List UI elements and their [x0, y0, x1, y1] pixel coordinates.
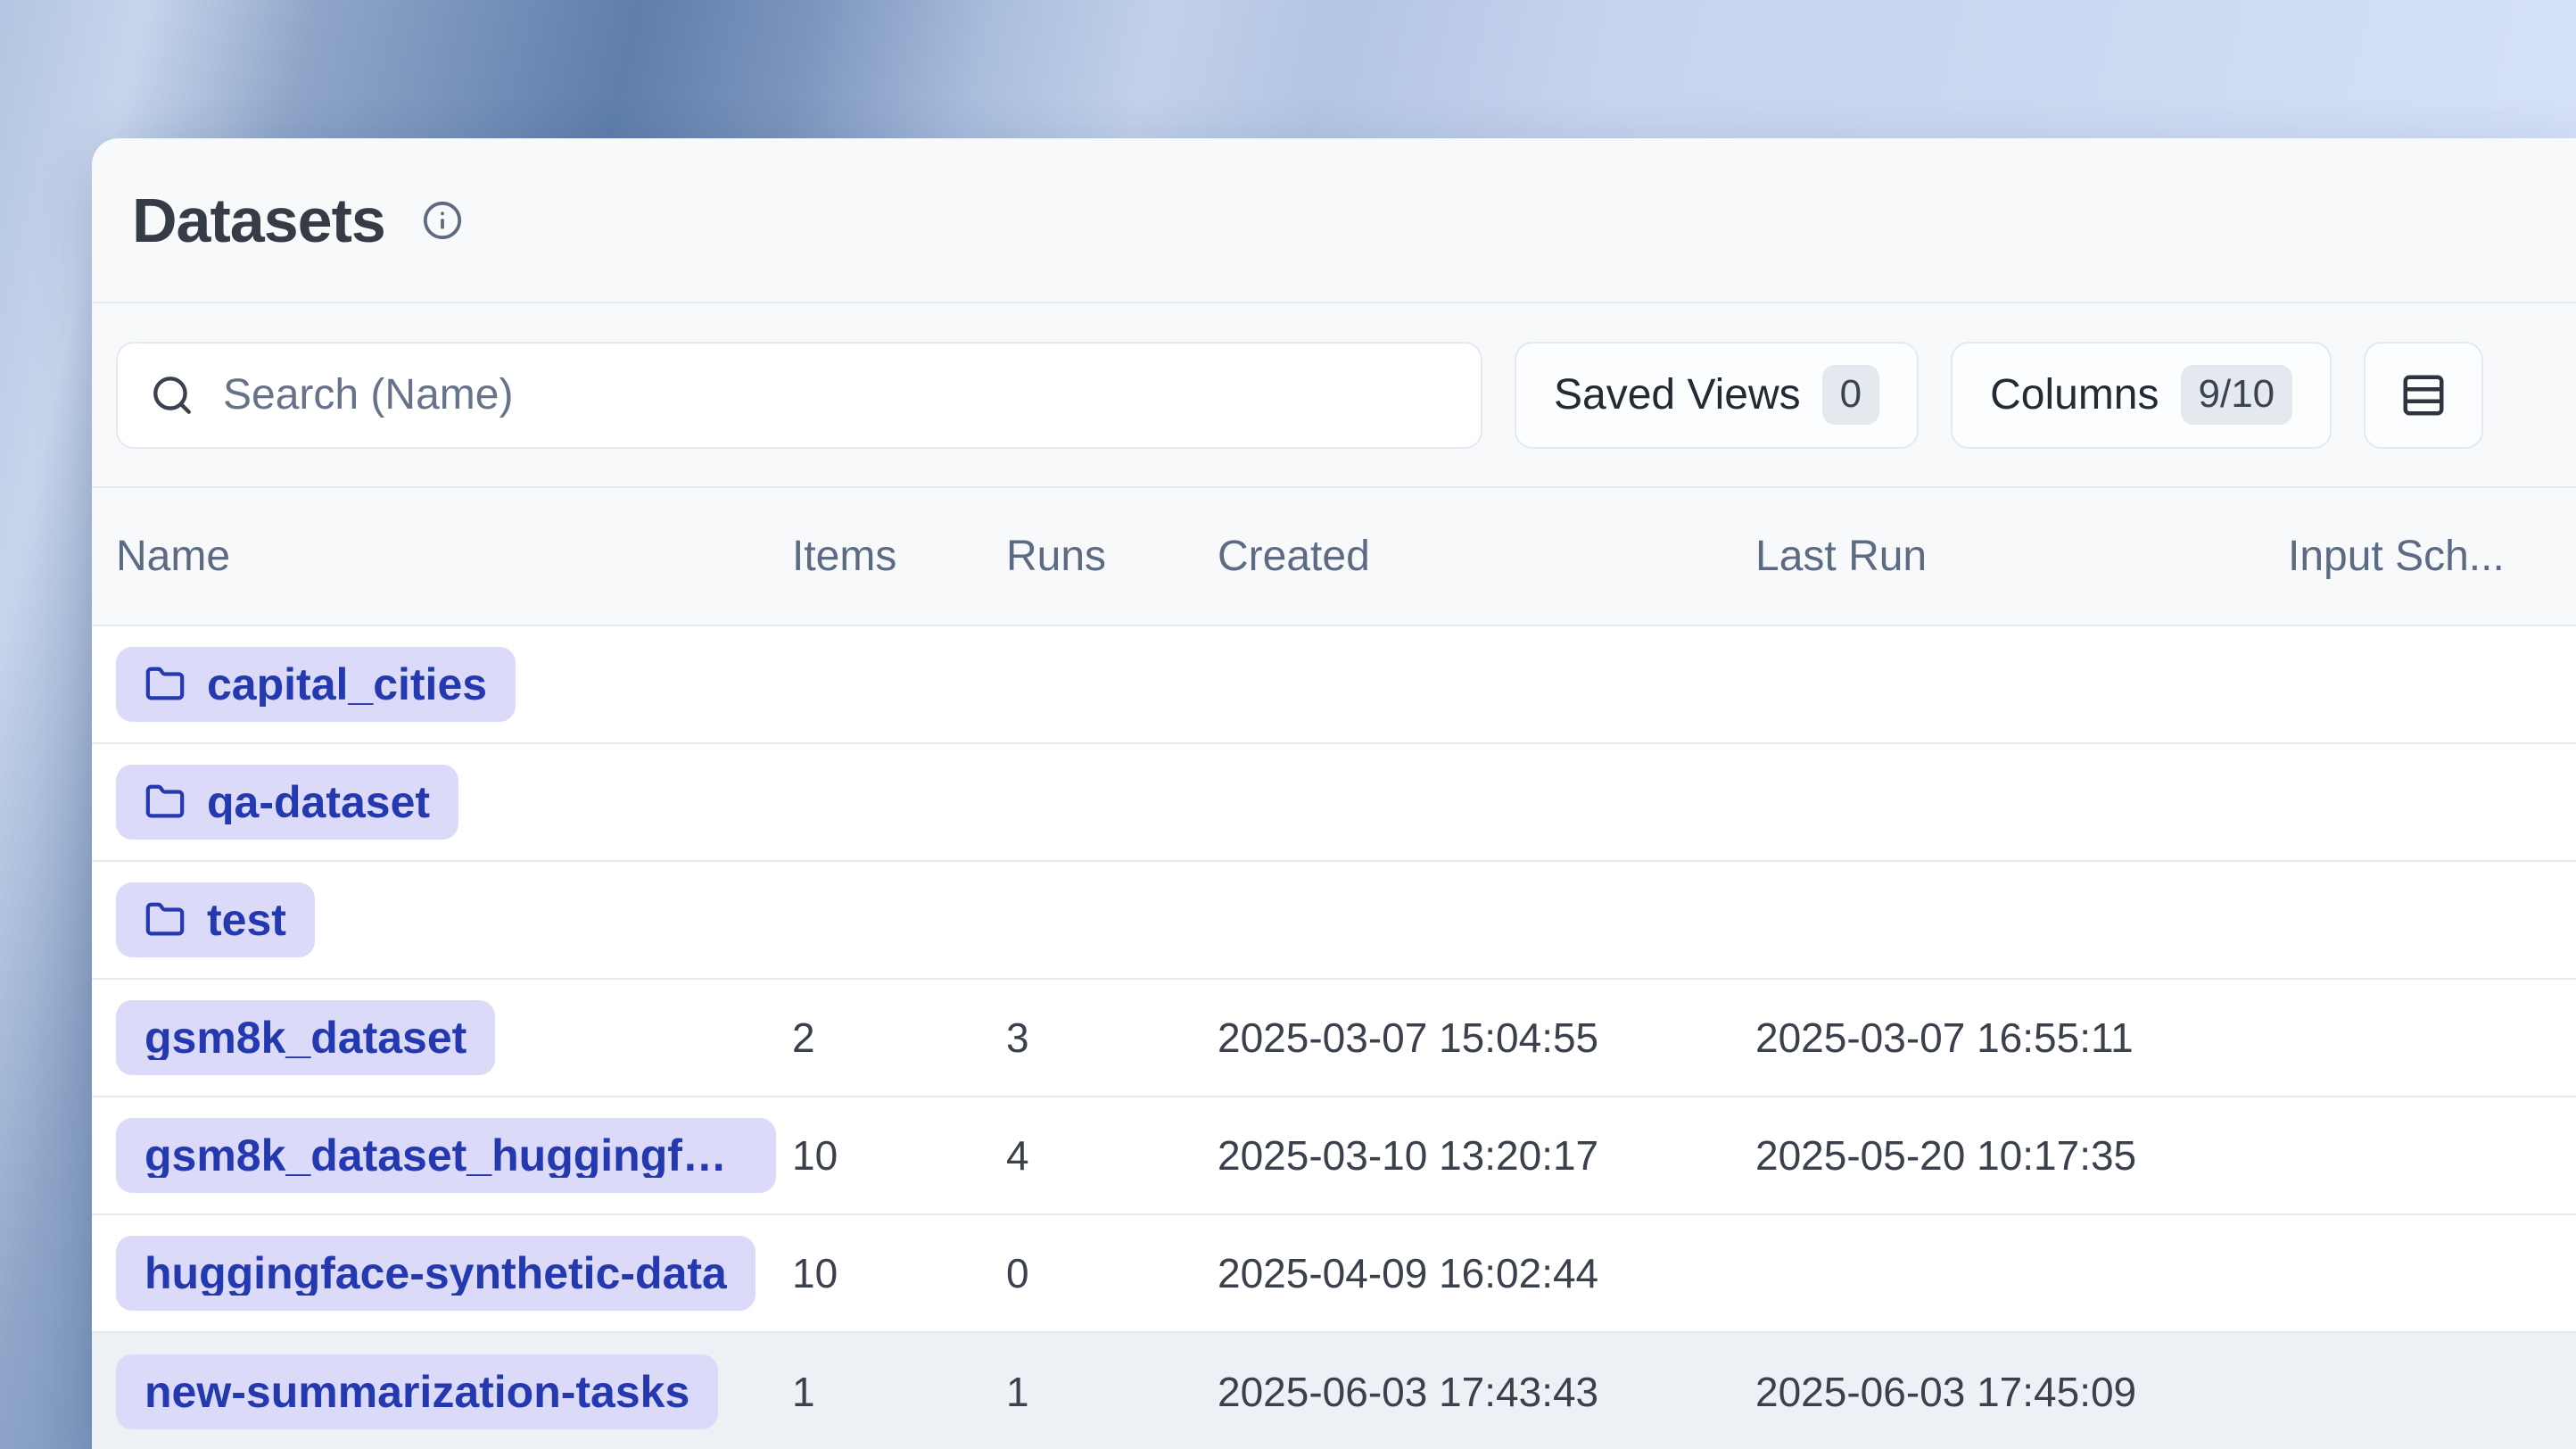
last-run-cell: 2025-05-20 10:17:35: [1755, 1131, 2288, 1180]
dataset-badge[interactable]: gsm8k_dataset_huggingface: [116, 1118, 776, 1193]
runs-cell: 3: [1006, 1014, 1218, 1062]
columns-label: Columns: [1990, 370, 2159, 419]
folder-name: qa-dataset: [207, 780, 430, 824]
runs-cell: 1: [1006, 1368, 1218, 1416]
search-box: [116, 342, 1482, 449]
created-cell: 2025-03-07 15:04:55: [1218, 1014, 1755, 1062]
datasets-panel: Datasets Saved Views 0 Columns: [92, 138, 2576, 1449]
folder-name: test: [207, 898, 286, 942]
search-input[interactable]: [221, 369, 1449, 420]
column-header-created: Created: [1218, 532, 1755, 581]
folder-icon: [144, 664, 186, 705]
saved-views-label: Saved Views: [1554, 370, 1801, 419]
dataset-name: gsm8k_dataset: [144, 1015, 466, 1060]
table-row: huggingface-synthetic-data 1002025-04-09 …: [92, 1215, 2576, 1333]
folder-badge[interactable]: capital_cities: [116, 647, 516, 722]
search-icon: [150, 373, 194, 418]
toolbar: Saved Views 0 Columns 9/10: [92, 303, 2576, 486]
dataset-name: new-summarization-tasks: [144, 1370, 689, 1414]
column-header-items: Items: [792, 532, 1006, 581]
table-row: new-summarization-tasks112025-06-03 17:4…: [92, 1333, 2576, 1449]
dataset-badge[interactable]: new-summarization-tasks: [116, 1354, 718, 1429]
name-cell: qa-dataset: [116, 765, 792, 840]
items-cell: 10: [792, 1131, 1006, 1180]
column-header-input-sch: Input Sch...: [2288, 532, 2576, 581]
folder-badge[interactable]: qa-dataset: [116, 765, 458, 840]
dataset-badge[interactable]: gsm8k_dataset: [116, 1000, 495, 1075]
panel-header: Datasets: [92, 138, 2576, 302]
table-row: gsm8k_dataset_huggingface 1042025-03-10 1…: [92, 1097, 2576, 1215]
name-cell: gsm8k_dataset_huggingface: [116, 1118, 792, 1193]
items-cell: 1: [792, 1368, 1006, 1416]
runs-cell: 0: [1006, 1249, 1218, 1297]
folder-badge[interactable]: test: [116, 882, 315, 957]
row-height-button[interactable]: [2364, 342, 2483, 449]
column-header-last-run: Last Run: [1755, 532, 2288, 581]
dataset-badge[interactable]: huggingface-synthetic-data: [116, 1236, 755, 1311]
created-cell: 2025-03-10 13:20:17: [1218, 1131, 1755, 1180]
table-row: qa-dataset: [92, 744, 2576, 862]
created-cell: 2025-04-09 16:02:44: [1218, 1249, 1755, 1297]
columns-button[interactable]: Columns 9/10: [1951, 342, 2332, 449]
table-header-row: NameItemsRunsCreatedLast RunInput Sch...: [92, 488, 2576, 625]
name-cell: capital_cities: [116, 647, 792, 722]
column-header-runs: Runs: [1006, 532, 1218, 581]
page-title: Datasets: [132, 189, 385, 252]
column-header-name: Name: [116, 532, 792, 581]
runs-cell: 4: [1006, 1131, 1218, 1180]
folder-icon: [144, 782, 186, 823]
name-cell: new-summarization-tasks: [116, 1354, 792, 1429]
info-icon[interactable]: [419, 197, 466, 244]
saved-views-button[interactable]: Saved Views 0: [1515, 342, 1919, 449]
dataset-name: huggingface-synthetic-data: [144, 1251, 727, 1296]
last-run-cell: 2025-03-07 16:55:11: [1755, 1014, 2288, 1062]
saved-views-count-badge: 0: [1822, 365, 1879, 425]
table-row: test: [92, 862, 2576, 980]
table-row: gsm8k_dataset 232025-03-07 15:04:552025-0…: [92, 980, 2576, 1097]
table-row: capital_cities: [92, 626, 2576, 744]
dataset-name: gsm8k_dataset_huggingface: [144, 1133, 747, 1178]
name-cell: huggingface-synthetic-data: [116, 1236, 792, 1311]
name-cell: gsm8k_dataset: [116, 1000, 792, 1075]
items-cell: 2: [792, 1014, 1006, 1062]
created-cell: 2025-06-03 17:43:43: [1218, 1368, 1755, 1416]
columns-count-badge: 9/10: [2181, 365, 2293, 425]
folder-name: capital_cities: [207, 662, 487, 707]
name-cell: test: [116, 882, 792, 957]
last-run-cell: 2025-06-03 17:45:09: [1755, 1368, 2288, 1416]
table-body: capital_cities qa-dataset test gsm8k_data…: [92, 626, 2576, 1449]
folder-icon: [144, 899, 186, 940]
rows-icon: [2399, 371, 2448, 419]
items-cell: 10: [792, 1249, 1006, 1297]
